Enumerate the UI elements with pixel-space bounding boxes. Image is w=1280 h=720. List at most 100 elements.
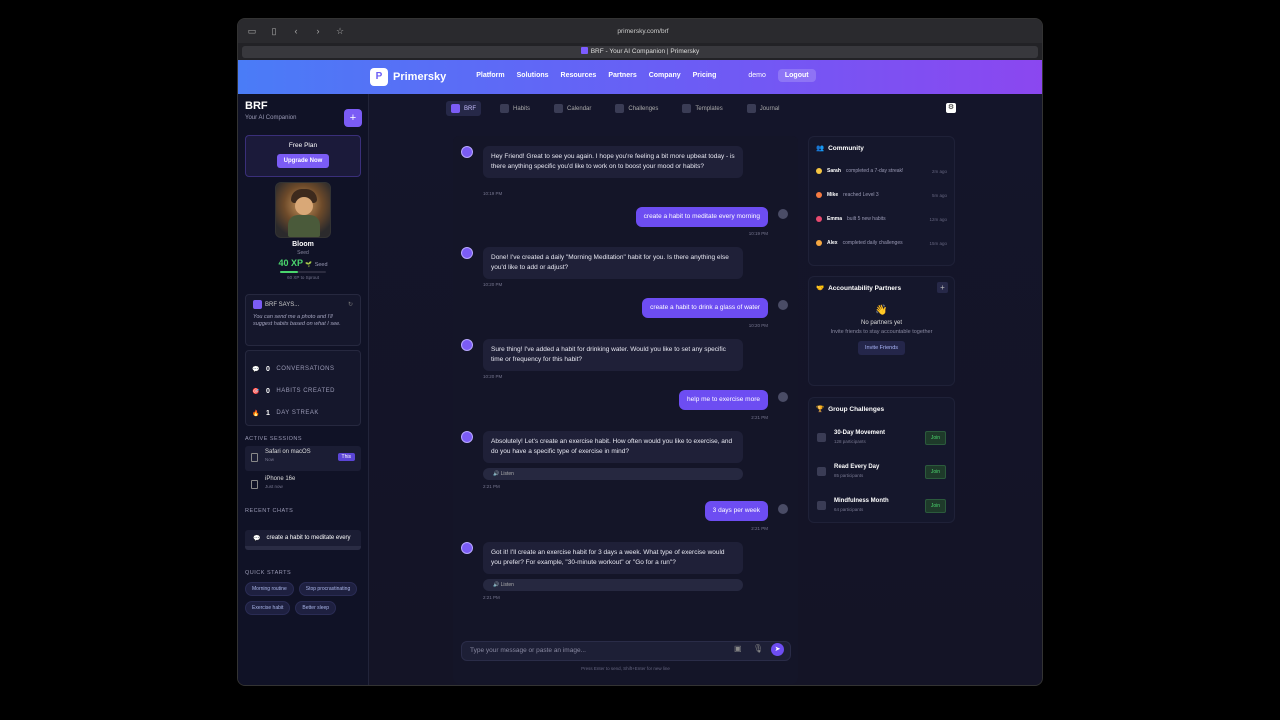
sidebar-toggle-icon[interactable]: ▯	[268, 26, 280, 36]
message-time: 10:19 PM	[748, 231, 768, 236]
pet-stage: Seed	[297, 250, 309, 256]
challenge-item: Mindfulness Month 64 participants Join	[809, 488, 954, 522]
recent-chat-item[interactable]: 💬 create a habit to meditate every	[245, 530, 361, 550]
settings-icon[interactable]: ⚙	[946, 103, 956, 113]
nav-solutions[interactable]: Solutions	[517, 72, 549, 82]
refresh-icon[interactable]: ↻	[348, 301, 353, 308]
tab-journal[interactable]: Journal	[742, 101, 785, 116]
message-time: 10:20 PM	[748, 323, 768, 328]
partners-empty: 👋 No partners yet Invite friends to stay…	[809, 305, 954, 355]
session-item[interactable]: iPhone 16e Just now	[245, 473, 361, 498]
brf-says-card: BRF SAYS... ↻ You can send me a photo and…	[245, 294, 361, 346]
brf-says-text: You can send me a photo and I'll suggest…	[253, 314, 341, 327]
send-button[interactable]: ➤	[771, 643, 784, 656]
message-time: 2:21 PM	[751, 526, 768, 531]
nav-resources[interactable]: Resources	[561, 72, 597, 82]
star-icon	[816, 168, 822, 174]
pet-name: Bloom	[292, 241, 314, 248]
message-time: 2:21 PM	[483, 595, 500, 600]
session-name: iPhone 16e	[265, 476, 296, 482]
community-icon: 👥	[816, 145, 825, 152]
bookmark-icon[interactable]: ☆	[334, 26, 346, 36]
quick-start-chip[interactable]: Exercise habit	[245, 601, 291, 615]
partners-empty-text: Invite friends to stay accountable toget…	[830, 329, 933, 335]
partners-title: Accountability Partners	[828, 284, 902, 292]
brand-logo[interactable]: P Primersky	[370, 68, 446, 86]
brf-icon	[451, 104, 460, 113]
window-controls-icon[interactable]: ▭	[246, 26, 258, 36]
quick-start-chip[interactable]: Stop procrastinating	[298, 582, 358, 596]
user-avatar	[778, 392, 788, 402]
templates-icon	[682, 104, 692, 113]
user-avatar	[778, 504, 788, 514]
stat-habits: 🎯 0 HABITS CREATED	[252, 387, 335, 395]
laptop-icon	[251, 453, 258, 462]
brand-name: Primersky	[393, 71, 447, 83]
active-sessions-heading: ACTIVE SESSIONS	[245, 436, 303, 442]
tab-challenges[interactable]: Challenges	[610, 101, 663, 116]
browser-toolbar: ▭ ▯ ‹ › ☆ primersky.com/brf	[238, 19, 1042, 43]
nav-pricing[interactable]: Pricing	[693, 72, 717, 82]
quick-start-chip[interactable]: Better sleep	[295, 601, 337, 615]
recent-chat-title: create a habit to meditate every	[266, 535, 351, 541]
main-nav: Platform Solutions Resources Partners Co…	[476, 69, 816, 82]
partners-empty-title: No partners yet	[860, 320, 903, 326]
tab-bar: BRF - Your AI Companion | Primersky	[238, 43, 1042, 60]
nav-partners[interactable]: Partners	[608, 72, 636, 82]
image-upload-icon[interactable]: ▣	[734, 644, 744, 654]
new-chat-button[interactable]: +	[344, 109, 362, 127]
message-time: 10:20 PM	[483, 282, 503, 287]
invite-friends-button[interactable]: Invite Friends	[857, 341, 905, 355]
upgrade-button[interactable]: Upgrade Now	[276, 154, 330, 168]
plan-card: Free Plan Upgrade Now	[245, 135, 361, 177]
add-partner-button[interactable]: +	[937, 282, 948, 293]
username[interactable]: demo	[748, 72, 766, 82]
listen-button[interactable]: 🔊 Listen	[483, 468, 743, 480]
brf-icon	[253, 300, 262, 309]
session-item[interactable]: Safari on macOS Now This	[245, 446, 361, 471]
nav-company[interactable]: Company	[649, 72, 681, 82]
back-icon[interactable]: ‹	[290, 26, 302, 36]
message-time: 2:21 PM	[751, 415, 768, 420]
bot-message: Hey Friend! Great to see you again. I ho…	[483, 146, 743, 178]
tab-templates[interactable]: Templates	[677, 101, 727, 116]
chat-bubble-icon: 💬	[252, 366, 260, 373]
join-button[interactable]: Join	[924, 431, 946, 445]
message-time: 10:19 PM	[483, 191, 503, 196]
chat-bubble-icon: 💬	[253, 535, 261, 542]
stats-card: 💬 0 CONVERSATIONS 🎯 0 HABITS CREATED 🔥 1 DAY S…	[245, 350, 361, 426]
join-button[interactable]: Join	[924, 465, 946, 479]
user-message: 3 days per week	[704, 501, 768, 521]
browser-tab[interactable]: BRF - Your AI Companion | Primersky	[242, 45, 1038, 58]
community-item: Sarah completed a 7-day streak! 2m ago	[809, 159, 954, 183]
user-message: create a habit to meditate every morning	[635, 207, 768, 227]
sidebar: BRF Your AI Companion + Free Plan Upgrad…	[238, 94, 369, 685]
calendar-icon	[554, 104, 564, 113]
tab-brf[interactable]: BRF	[446, 101, 481, 116]
bot-message: Got it! I'll create an exercise habit fo…	[483, 542, 743, 574]
listen-button[interactable]: 🔊 Listen	[483, 579, 743, 591]
logout-button[interactable]: Logout	[777, 69, 816, 82]
community-item: Alex completed daily challenges 15m ago	[809, 231, 954, 255]
tab-habits[interactable]: Habits	[495, 101, 535, 116]
user-message: help me to exercise more	[679, 390, 768, 410]
target-icon	[816, 216, 822, 222]
pet-info: Bloom Seed 40 XP 🌱 Seed 60 XP to Sprout	[245, 241, 361, 280]
community-item: Emma built 5 new habits 12m ago	[809, 207, 954, 231]
sprout-icon: 🌱	[305, 262, 313, 268]
nav-platform[interactable]: Platform	[476, 72, 504, 82]
stat-streak: 🔥 1 DAY STREAK	[252, 409, 319, 417]
tab-calendar[interactable]: Calendar	[549, 101, 596, 116]
microphone-icon[interactable]: 🎙	[753, 644, 763, 654]
trophy-icon: 🏆	[816, 406, 825, 413]
bot-avatar	[461, 339, 473, 351]
forward-icon[interactable]: ›	[312, 26, 324, 36]
recent-chats-heading: RECENT CHATS	[245, 508, 294, 514]
join-button[interactable]: Join	[924, 499, 946, 513]
pet-avatar	[275, 182, 331, 238]
address-bar[interactable]: primersky.com/brf	[483, 26, 803, 38]
fire-icon: 🔥	[252, 410, 260, 417]
quick-start-chip[interactable]: Morning routine	[245, 582, 294, 596]
quick-starts-heading: QUICK STARTS	[245, 570, 292, 576]
xp-progress-bar	[280, 271, 326, 273]
